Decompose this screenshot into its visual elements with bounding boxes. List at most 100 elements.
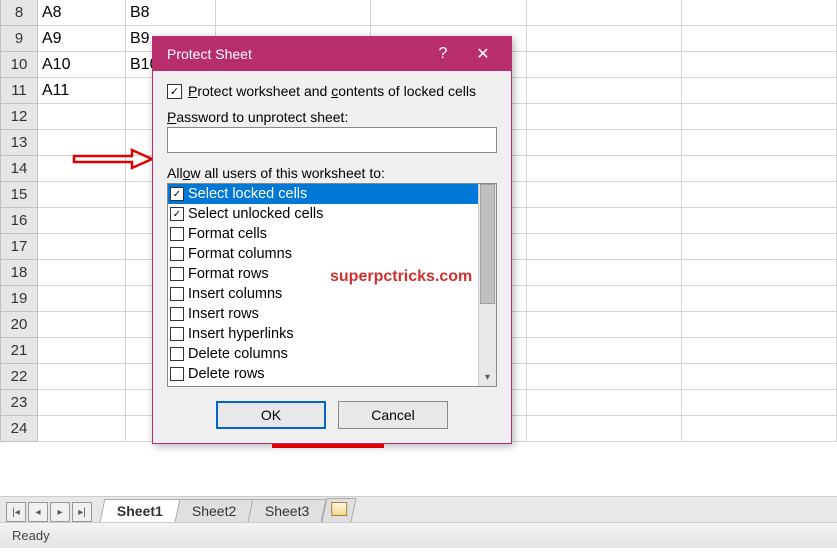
new-sheet-tab[interactable]: [321, 498, 356, 522]
cell[interactable]: [527, 104, 682, 130]
permission-checkbox[interactable]: [170, 327, 184, 341]
cell[interactable]: [682, 286, 837, 312]
row-header[interactable]: 22: [0, 364, 38, 390]
permission-checkbox[interactable]: [170, 287, 184, 301]
permission-option[interactable]: Insert rows: [168, 304, 478, 324]
cell[interactable]: [527, 312, 682, 338]
cell[interactable]: [527, 338, 682, 364]
permission-option[interactable]: Format columns: [168, 244, 478, 264]
cell[interactable]: [682, 208, 837, 234]
cell[interactable]: [527, 182, 682, 208]
permission-checkbox[interactable]: ✓: [170, 207, 184, 221]
cell[interactable]: [38, 104, 126, 130]
cell[interactable]: [682, 78, 837, 104]
cell[interactable]: [38, 312, 126, 338]
cell[interactable]: [682, 0, 837, 26]
help-button[interactable]: ?: [423, 37, 463, 71]
cell[interactable]: A10: [38, 52, 126, 78]
permission-option[interactable]: Delete rows: [168, 364, 478, 384]
cell[interactable]: [38, 182, 126, 208]
cell[interactable]: [38, 260, 126, 286]
permission-option[interactable]: Insert hyperlinks: [168, 324, 478, 344]
cell[interactable]: [682, 234, 837, 260]
close-button[interactable]: ✕: [463, 37, 503, 71]
cell[interactable]: [527, 208, 682, 234]
cell[interactable]: A11: [38, 78, 126, 104]
cell[interactable]: [527, 130, 682, 156]
sheet-tab[interactable]: Sheet3: [248, 499, 327, 522]
cell[interactable]: [527, 52, 682, 78]
cell[interactable]: [527, 234, 682, 260]
permission-option[interactable]: Format cells: [168, 224, 478, 244]
cell[interactable]: [527, 286, 682, 312]
cell[interactable]: [527, 26, 682, 52]
row-header[interactable]: 9: [0, 26, 38, 52]
sheet-tab[interactable]: Sheet2: [174, 499, 253, 522]
cell[interactable]: [682, 364, 837, 390]
cell[interactable]: [216, 0, 371, 26]
cell[interactable]: [38, 338, 126, 364]
cell[interactable]: [38, 234, 126, 260]
ok-button[interactable]: OK: [216, 401, 326, 429]
permission-checkbox[interactable]: [170, 367, 184, 381]
row-header[interactable]: 20: [0, 312, 38, 338]
listbox-scrollbar[interactable]: ▾: [478, 184, 496, 386]
cell[interactable]: B8: [126, 0, 216, 26]
cell[interactable]: [682, 26, 837, 52]
cell[interactable]: [682, 312, 837, 338]
row-header[interactable]: 24: [0, 416, 38, 442]
cell[interactable]: [527, 364, 682, 390]
row-header[interactable]: 16: [0, 208, 38, 234]
row-header[interactable]: 14: [0, 156, 38, 182]
row-header[interactable]: 13: [0, 130, 38, 156]
row-header[interactable]: 12: [0, 104, 38, 130]
cell[interactable]: [527, 416, 682, 442]
row-header[interactable]: 19: [0, 286, 38, 312]
scrollbar-down-arrow[interactable]: ▾: [480, 370, 495, 384]
permission-checkbox[interactable]: [170, 307, 184, 321]
cell[interactable]: [682, 338, 837, 364]
tab-nav-next[interactable]: ▸: [50, 502, 70, 522]
row-header[interactable]: 18: [0, 260, 38, 286]
cell[interactable]: [527, 78, 682, 104]
cell[interactable]: [682, 390, 837, 416]
tab-nav-first[interactable]: |◂: [6, 502, 26, 522]
permission-option[interactable]: ✓Select locked cells: [168, 184, 478, 204]
cell[interactable]: [682, 260, 837, 286]
permission-checkbox[interactable]: [170, 347, 184, 361]
cancel-button[interactable]: Cancel: [338, 401, 448, 429]
scrollbar-thumb[interactable]: [480, 184, 495, 304]
cell[interactable]: [38, 390, 126, 416]
row-header[interactable]: 21: [0, 338, 38, 364]
password-input[interactable]: [167, 127, 497, 153]
permission-option[interactable]: Insert columns: [168, 284, 478, 304]
cell[interactable]: [38, 364, 126, 390]
permission-checkbox[interactable]: [170, 247, 184, 261]
cell[interactable]: [527, 260, 682, 286]
tab-nav-last[interactable]: ▸|: [72, 502, 92, 522]
permission-checkbox[interactable]: [170, 267, 184, 281]
protect-checkbox[interactable]: ✓: [167, 84, 182, 99]
row-header[interactable]: 8: [0, 0, 38, 26]
cell[interactable]: [682, 416, 837, 442]
cell[interactable]: [527, 0, 682, 26]
permission-option[interactable]: Delete columns: [168, 344, 478, 364]
cell[interactable]: [682, 104, 837, 130]
row-header[interactable]: 17: [0, 234, 38, 260]
permission-option[interactable]: ✓Select unlocked cells: [168, 204, 478, 224]
cell[interactable]: [371, 0, 526, 26]
row-header[interactable]: 10: [0, 52, 38, 78]
row-header[interactable]: 11: [0, 78, 38, 104]
cell[interactable]: [682, 182, 837, 208]
cell[interactable]: [527, 156, 682, 182]
cell[interactable]: [38, 416, 126, 442]
cell[interactable]: [682, 52, 837, 78]
sheet-tab[interactable]: Sheet1: [100, 499, 181, 522]
permission-checkbox[interactable]: ✓: [170, 187, 184, 201]
row-header[interactable]: 23: [0, 390, 38, 416]
cell[interactable]: A9: [38, 26, 126, 52]
cell[interactable]: [38, 208, 126, 234]
cell[interactable]: [38, 286, 126, 312]
cell[interactable]: [682, 130, 837, 156]
row-header[interactable]: 15: [0, 182, 38, 208]
